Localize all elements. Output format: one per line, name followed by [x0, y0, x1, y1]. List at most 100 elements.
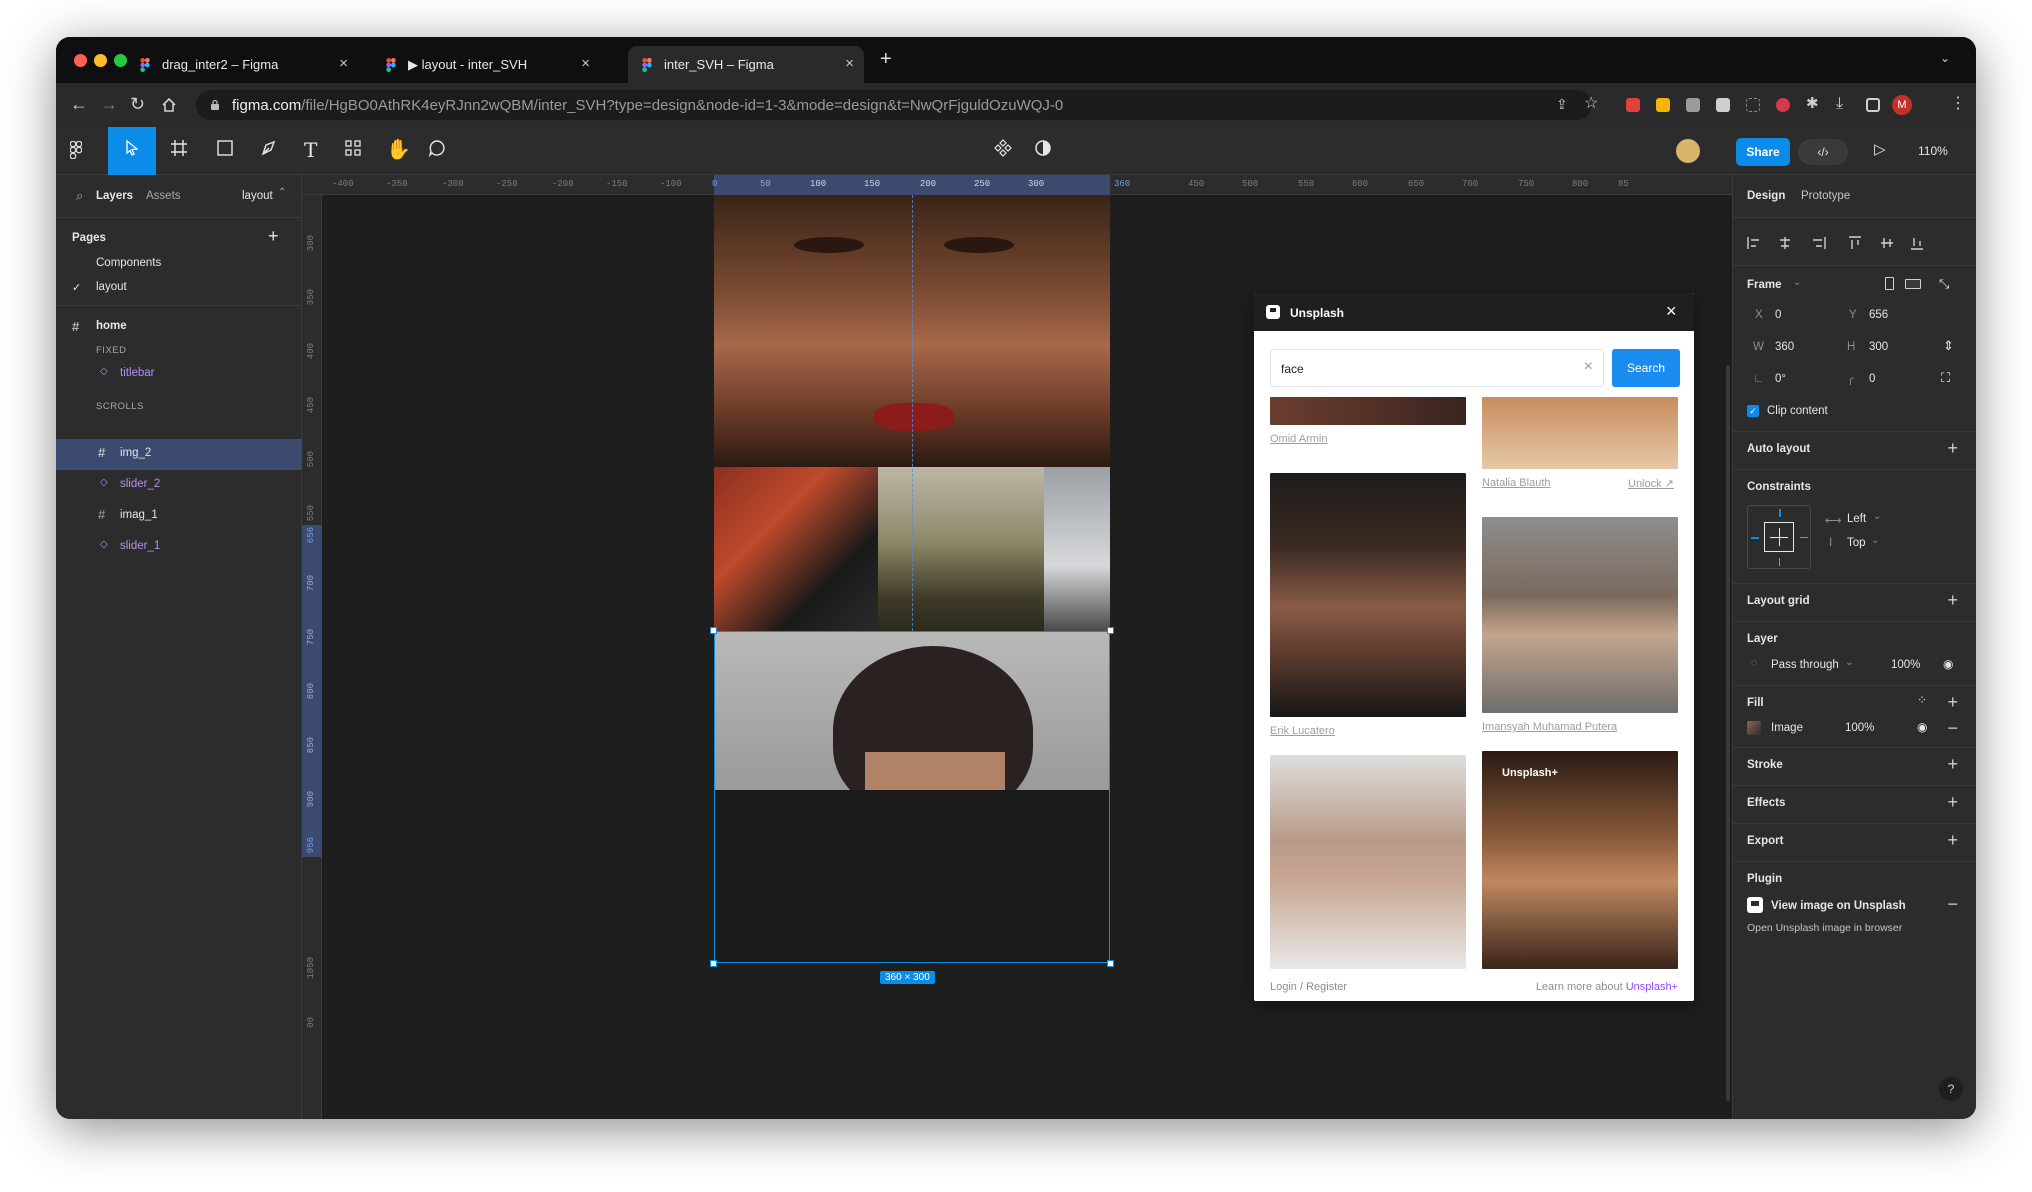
- layer-imag-1[interactable]: imag_1: [120, 509, 158, 521]
- close-window-button[interactable]: [74, 54, 87, 67]
- corner-radius-field[interactable]: 0: [1869, 373, 1875, 385]
- page-switcher[interactable]: layout: [242, 190, 273, 202]
- unsplash-photo[interactable]: [1482, 397, 1678, 469]
- close-plugin-icon[interactable]: ×: [1666, 301, 1677, 322]
- extension-yellow-icon[interactable]: [1656, 98, 1670, 112]
- right-constraint-bar[interactable]: [1800, 537, 1808, 538]
- resize-to-fit-icon[interactable]: ⤡: [1939, 276, 1949, 292]
- unlock-link[interactable]: Unlock ↗: [1628, 477, 1674, 490]
- extension-pink-icon[interactable]: [1776, 98, 1790, 112]
- zoom-level[interactable]: 110%: [1918, 144, 1948, 158]
- vertical-constraint-select[interactable]: Top: [1847, 537, 1866, 549]
- selected-layer-row[interactable]: [56, 439, 302, 470]
- fill-styles-icon[interactable]: ⁘: [1917, 693, 1927, 707]
- extension-dashed-icon[interactable]: [1746, 98, 1760, 112]
- slider-photo[interactable]: [878, 467, 1044, 631]
- layer-titlebar[interactable]: titlebar: [120, 367, 155, 379]
- resize-handle[interactable]: [1107, 960, 1114, 967]
- search-input[interactable]: face ×: [1270, 349, 1604, 387]
- unsplash-plus-photo[interactable]: Unsplash+: [1482, 751, 1678, 969]
- add-layout-grid-plus-icon[interactable]: +: [1947, 591, 1958, 609]
- unsplash-plus-link[interactable]: Unsplash+: [1626, 981, 1678, 993]
- alignment-icons[interactable]: [1747, 236, 1923, 250]
- resize-handle[interactable]: [710, 960, 717, 967]
- layer-slider-2[interactable]: slider_2: [120, 478, 160, 490]
- bookmark-star-icon[interactable]: ☆: [1584, 94, 1598, 114]
- dev-mode-toggle[interactable]: ‹/›: [1798, 139, 1848, 165]
- landscape-orientation-icon[interactable]: [1905, 279, 1921, 289]
- fill-image-swatch[interactable]: [1747, 721, 1761, 735]
- home-icon[interactable]: [160, 96, 178, 114]
- slider-photo[interactable]: [1044, 467, 1110, 631]
- blend-mode-select[interactable]: Pass through: [1771, 659, 1839, 671]
- resize-handle[interactable]: [710, 627, 717, 634]
- plugin-action-label[interactable]: View image on Unsplash: [1771, 900, 1906, 912]
- close-tab-icon[interactable]: ×: [845, 55, 854, 72]
- download-icon[interactable]: ⤓: [1836, 94, 1843, 114]
- resize-handle[interactable]: [1107, 627, 1114, 634]
- photo-credit[interactable]: Natalia Blauth: [1482, 477, 1551, 489]
- close-tab-icon[interactable]: ×: [581, 55, 590, 72]
- left-constraint-bar[interactable]: [1751, 537, 1759, 539]
- height-field[interactable]: 300: [1869, 341, 1888, 353]
- add-fill-plus-icon[interactable]: +: [1947, 693, 1958, 711]
- bottom-constraint-bar[interactable]: [1779, 558, 1780, 566]
- tab-layers[interactable]: Layers: [96, 190, 133, 202]
- figma-main-menu-icon[interactable]: [70, 141, 82, 159]
- layer-slider-1[interactable]: slider_1: [120, 540, 160, 552]
- layer-img-2[interactable]: img_2: [120, 447, 151, 459]
- add-export-plus-icon[interactable]: +: [1947, 831, 1958, 849]
- back-arrow-icon[interactable]: ←: [70, 94, 88, 114]
- resources-tool-icon[interactable]: [344, 139, 362, 157]
- help-button[interactable]: ?: [1939, 1077, 1963, 1101]
- photo-credit[interactable]: Imansyah Muhamad Putera: [1482, 721, 1617, 733]
- rectangle-tool-icon[interactable]: [216, 139, 234, 157]
- fill-visibility-eye-icon[interactable]: ◉: [1917, 720, 1927, 734]
- slider-photo[interactable]: [714, 467, 878, 631]
- tab-design[interactable]: Design: [1747, 190, 1785, 202]
- independent-corners-icon[interactable]: ⛶: [1941, 370, 1950, 386]
- search-button[interactable]: Search: [1612, 349, 1680, 387]
- comment-tool-icon[interactable]: [428, 139, 446, 157]
- portrait-orientation-icon[interactable]: [1885, 277, 1894, 290]
- photo-credit[interactable]: Omid Armin: [1270, 433, 1327, 445]
- extensions-puzzle-icon[interactable]: ✱: [1806, 94, 1819, 114]
- frame-tool-icon[interactable]: [170, 139, 188, 157]
- visibility-eye-icon[interactable]: ◉: [1943, 657, 1953, 671]
- constrain-proportions-icon[interactable]: ⇕: [1943, 338, 1954, 354]
- browser-tab-active[interactable]: inter_SVH – Figma ×: [628, 46, 864, 83]
- add-effect-plus-icon[interactable]: +: [1947, 793, 1958, 811]
- text-tool-icon[interactable]: T: [304, 139, 317, 161]
- reload-icon[interactable]: ↻: [130, 94, 145, 114]
- component-icon[interactable]: [994, 139, 1012, 157]
- hand-tool-icon[interactable]: ✋: [386, 139, 411, 161]
- constraints-widget[interactable]: [1747, 505, 1811, 569]
- tab-prototype[interactable]: Prototype: [1801, 190, 1850, 202]
- new-tab-plus-icon[interactable]: +: [880, 48, 892, 71]
- top-constraint-bar[interactable]: [1779, 509, 1781, 517]
- search-layers-icon[interactable]: ⌕: [76, 188, 83, 204]
- add-page-plus-icon[interactable]: +: [268, 226, 279, 247]
- rotation-field[interactable]: 0°: [1775, 373, 1786, 385]
- browser-menu-icon[interactable]: ⋮: [1950, 94, 1966, 114]
- clear-search-icon[interactable]: ×: [1584, 358, 1593, 376]
- unsplash-photo[interactable]: [1270, 755, 1466, 969]
- unsplash-photo[interactable]: [1270, 397, 1466, 425]
- tab-assets[interactable]: Assets: [146, 190, 181, 202]
- user-avatar[interactable]: [1676, 139, 1700, 163]
- sidebar-toggle-icon[interactable]: [1866, 98, 1880, 112]
- extension-gray-icon[interactable]: [1716, 98, 1730, 112]
- page-switcher-chevron-icon[interactable]: ⌃: [278, 187, 286, 198]
- horizontal-constraint-select[interactable]: Left: [1847, 513, 1866, 525]
- add-stroke-plus-icon[interactable]: +: [1947, 755, 1958, 773]
- photo-credit[interactable]: Erik Lucatero: [1270, 725, 1335, 737]
- unsplash-photo[interactable]: [1270, 473, 1466, 717]
- x-field[interactable]: 0: [1775, 309, 1781, 321]
- tab-search-chevron-icon[interactable]: ⌄: [1940, 51, 1950, 65]
- minimize-window-button[interactable]: [94, 54, 107, 67]
- canvas-scrollbar[interactable]: [1726, 365, 1730, 1101]
- frame-section-title[interactable]: Frame: [1747, 279, 1782, 291]
- login-register-link[interactable]: Login / Register: [1270, 981, 1347, 993]
- share-button[interactable]: Share: [1736, 138, 1790, 166]
- url-bar[interactable]: figma.com/file/HgBO0AthRK4eyRJnn2wQBM/in…: [196, 90, 1592, 120]
